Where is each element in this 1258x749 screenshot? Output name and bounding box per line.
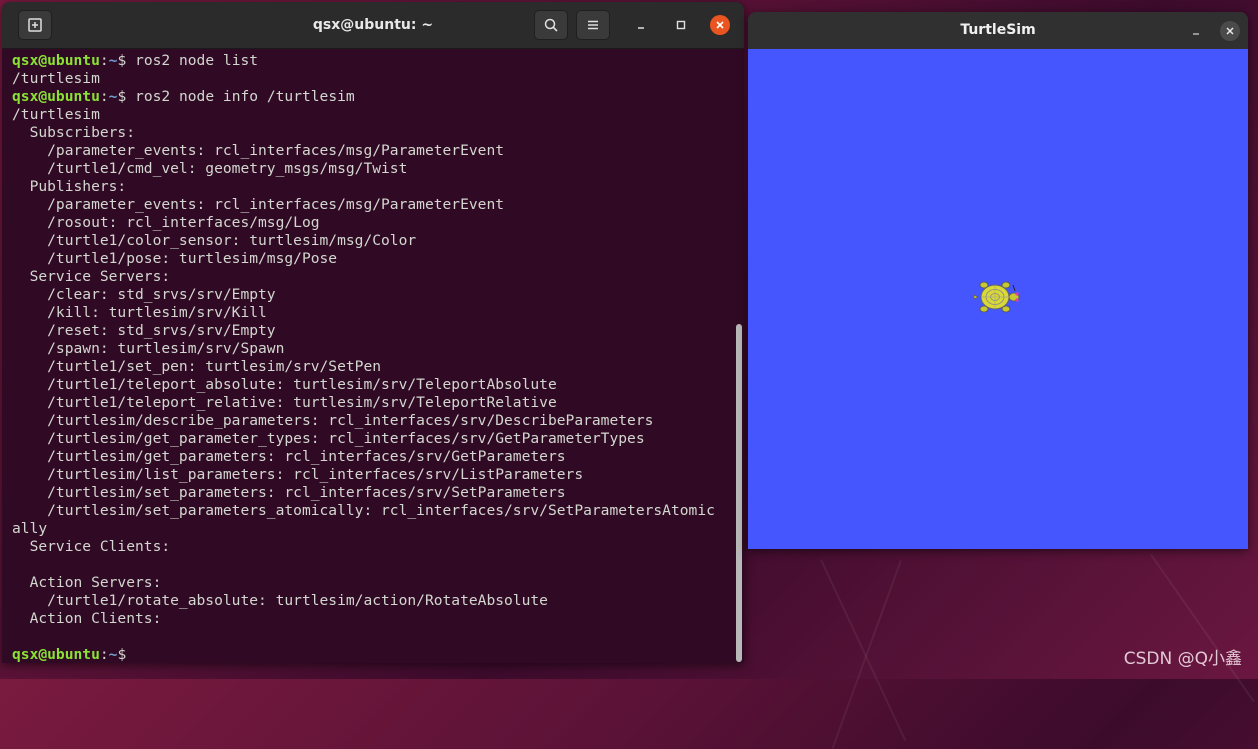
prompt-separator: : [99,646,109,663]
terminal-output-line: /turtle1/cmd_vel: geometry_msgs/msg/Twis… [12,160,408,177]
terminal-output-line: /turtle1/rotate_absolute: turtlesim/acti… [12,592,548,609]
terminal-output-line: Service Servers: [12,268,171,285]
terminal-output-line: Publishers: [12,178,127,195]
terminal-output-line: /turtlesim/describe_parameters: rcl_inte… [12,412,654,429]
terminal-output-line: /turtlesim/get_parameter_types: rcl_inte… [12,430,645,447]
command-text: ros2 node info /turtlesim [135,88,355,105]
watermark: CSDN @Q小鑫 [1123,649,1242,669]
terminal-output-line: /turtlesim/list_parameters: rcl_interfac… [12,466,584,483]
prompt-separator: : [99,88,109,105]
prompt-user: qsx@ubuntu [12,88,100,105]
prompt-user: qsx@ubuntu [12,646,100,663]
terminal-output-line: ally [12,520,48,537]
terminal-output-line: /rosout: rcl_interfaces/msg/Log [12,214,320,231]
terminal-output[interactable]: qsx@ubuntu:~$ ros2 node list/turtlesim qs… [12,52,737,663]
terminal-command-line: qsx@ubuntu:~$ ros2 node list [12,52,737,70]
minimize-button[interactable] [631,15,651,35]
terminal-output-line: /parameter_events: rcl_interfaces/msg/Pa… [12,142,505,159]
terminal-titlebar[interactable]: qsx@ubuntu: ~ [2,2,744,49]
terminal-output-line: /turtlesim [12,106,100,123]
turtlesim-minimize-button[interactable] [1186,21,1206,41]
turtle-icon [974,281,1020,313]
terminal-output-line: /turtlesim [12,70,100,87]
terminal-output-line: /clear: std_srvs/srv/Empty [12,286,276,303]
minimize-icon [1193,33,1199,35]
terminal-output-line: /reset: std_srvs/srv/Empty [12,322,276,339]
wallpaper-streak [831,560,902,749]
terminal-output-line: /spawn: turtlesim/srv/Spawn [12,340,285,357]
search-icon [544,18,558,32]
terminal-window[interactable]: qsx@ubuntu: ~ qsx@ubuntu:~$ ros2 node li… [2,2,744,663]
terminal-output-line: Action Clients: [12,610,162,627]
search-button[interactable] [534,10,568,40]
menu-button[interactable] [576,10,610,40]
turtlesim-titlebar[interactable]: TurtleSim [748,12,1248,49]
terminal-output-line: /turtle1/set_pen: turtlesim/srv/SetPen [12,358,382,375]
prompt-symbol: $ [117,646,136,663]
prompt-symbol: $ [117,88,136,105]
terminal-output-line: Subscribers: [12,124,136,141]
command-text: ros2 node list [135,52,259,69]
turtlesim-title: TurtleSim [960,22,1036,38]
maximize-button[interactable] [671,15,691,35]
terminal-output-line: /turtlesim/set_parameters: rcl_interface… [12,484,566,501]
close-icon [1226,27,1234,35]
terminal-output-line: /turtlesim/get_parameters: rcl_interface… [12,448,566,465]
prompt-separator: : [99,52,109,69]
terminal-output-line: /turtle1/teleport_absolute: turtlesim/sr… [12,376,557,393]
terminal-output-line: Service Clients: [12,538,171,555]
terminal-output-line: /turtle1/color_sensor: turtlesim/msg/Col… [12,232,417,249]
turtlesim-canvas[interactable] [748,49,1248,549]
terminal-output-line: /parameter_events: rcl_interfaces/msg/Pa… [12,196,505,213]
terminal-command-line: qsx@ubuntu:~$ ros2 node info /turtlesim [12,88,737,106]
turtlesim-window[interactable]: TurtleSim [748,12,1248,549]
prompt-user: qsx@ubuntu [12,52,100,69]
terminal-output-line: /turtle1/teleport_relative: turtlesim/sr… [12,394,557,411]
terminal-scrollbar[interactable] [736,324,742,662]
turtlesim-close-button[interactable] [1220,21,1240,41]
terminal-command-line: qsx@ubuntu:~$ [12,646,737,663]
terminal-output-line: /turtlesim/set_parameters_atomically: rc… [12,502,715,519]
close-button[interactable] [710,15,730,35]
wallpaper-streak [820,559,907,742]
close-icon [716,21,724,29]
prompt-symbol: $ [117,52,136,69]
maximize-icon [676,20,686,30]
terminal-output-line: Action Servers: [12,574,162,591]
wallpaper-streak [1150,553,1255,703]
terminal-output-line: /kill: turtlesim/srv/Kill [12,304,267,321]
minimize-icon [638,27,644,29]
hamburger-menu-icon [588,20,598,30]
terminal-output-line: /turtle1/pose: turtlesim/msg/Pose [12,250,338,267]
